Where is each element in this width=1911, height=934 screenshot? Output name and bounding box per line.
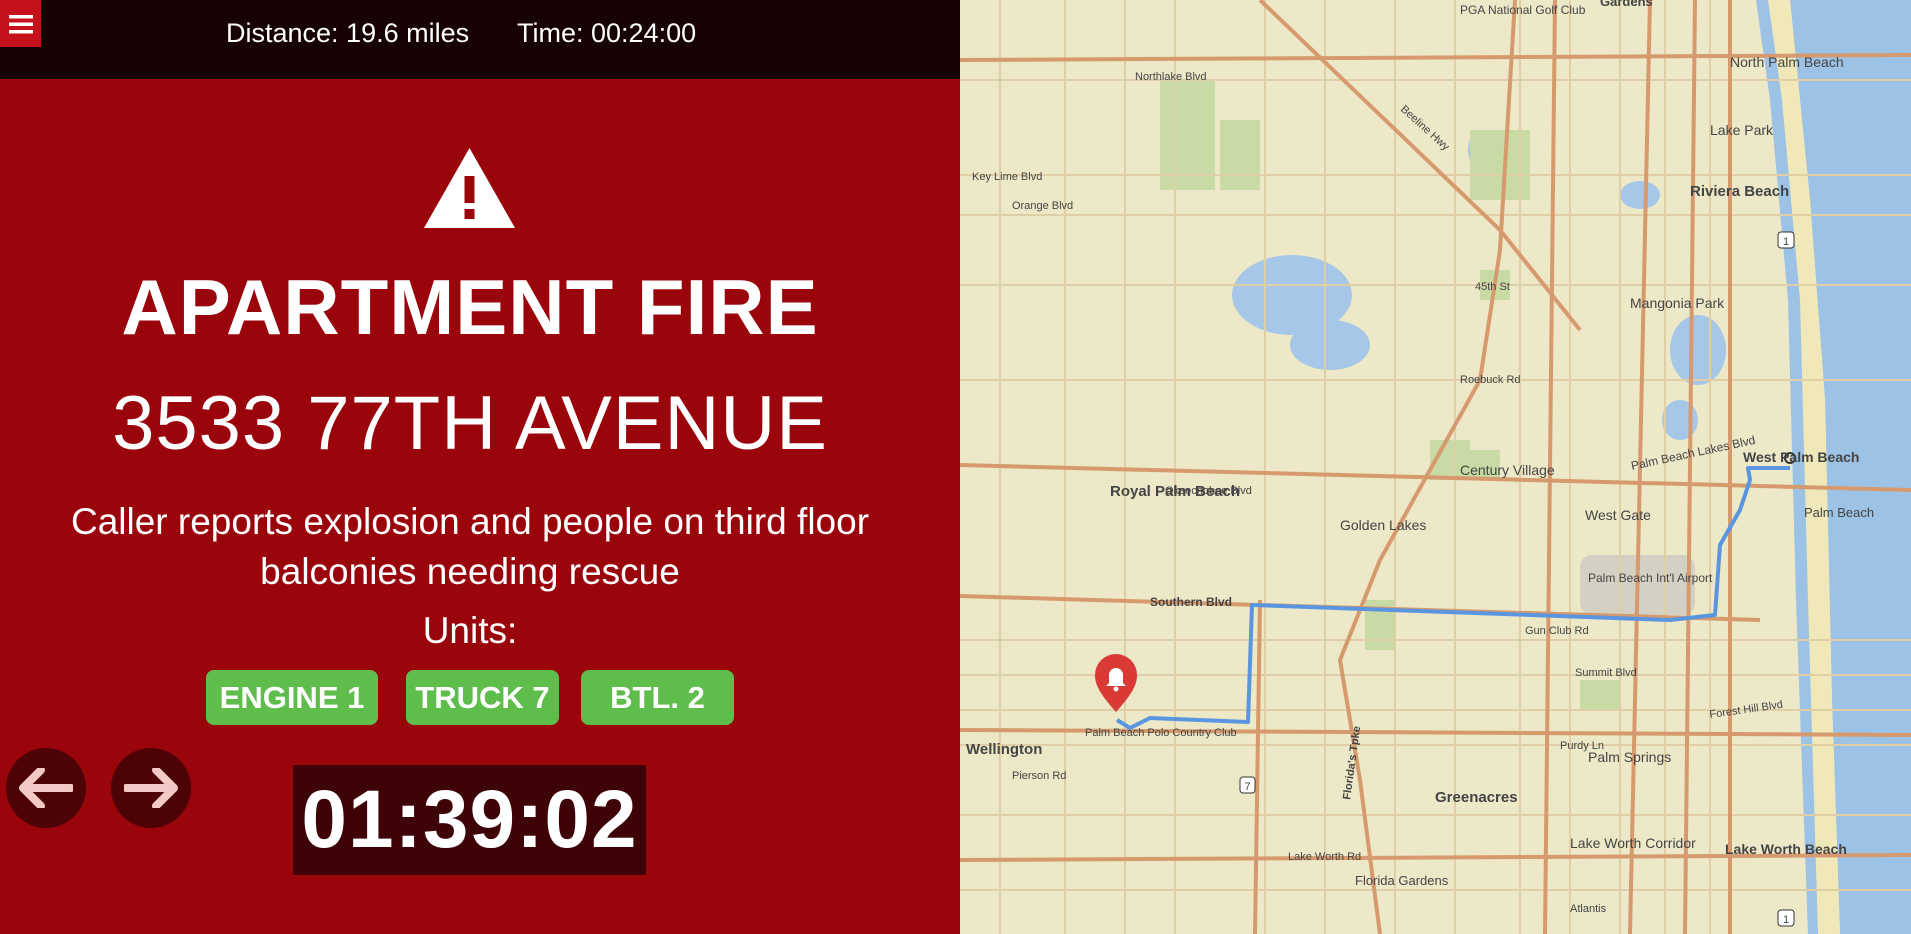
lake bbox=[1290, 320, 1370, 370]
label-airport: Palm Beach Int'l Airport bbox=[1588, 571, 1713, 585]
arrow-right-icon bbox=[124, 768, 178, 808]
menu-button[interactable] bbox=[0, 0, 41, 47]
unit-badge-engine-1[interactable]: ENGINE 1 bbox=[206, 670, 378, 725]
lake bbox=[1670, 315, 1726, 385]
label-century-village: Century Village bbox=[1460, 462, 1555, 478]
label-gardens: Gardens bbox=[1600, 0, 1653, 9]
elapsed-timer: 01:39:02 bbox=[293, 765, 646, 875]
label-palm-springs: Palm Springs bbox=[1588, 749, 1671, 765]
incident-address: 3533 77TH AVENUE bbox=[112, 381, 828, 466]
route-shield-7: 7 bbox=[1239, 776, 1256, 794]
distance-readout: Distance: 19.6 miles bbox=[226, 18, 470, 48]
label-greenacres: Greenacres bbox=[1435, 789, 1518, 806]
label-golden-lakes: Golden Lakes bbox=[1340, 517, 1426, 533]
hamburger-icon bbox=[8, 14, 33, 33]
label-lake-park: Lake Park bbox=[1710, 122, 1774, 138]
label-southern-blvd: Southern Blvd bbox=[1150, 595, 1232, 609]
label-northlake-blvd: Northlake Blvd bbox=[1135, 71, 1207, 83]
unit-badge-btl-2[interactable]: BTL. 2 bbox=[581, 670, 734, 725]
label-beeline-hwy: Beeline Hwy bbox=[1398, 103, 1452, 153]
park-area bbox=[1160, 80, 1215, 190]
label-wellington: Wellington bbox=[966, 741, 1042, 758]
map-canvas[interactable]: 1 1 7 PGA National Golf Club Gardens Nor… bbox=[960, 0, 1911, 934]
label-forest-hill-blvd: Forest Hill Blvd bbox=[1709, 699, 1784, 721]
label-mangonia-park: Mangonia Park bbox=[1630, 295, 1725, 311]
incident-type: APARTMENT FIRE bbox=[121, 263, 819, 351]
units-label: Units: bbox=[422, 610, 518, 651]
label-orange-blvd: Orange Blvd bbox=[1012, 200, 1073, 212]
route-shield-1-south: 1 bbox=[1777, 909, 1795, 927]
label-45th-st: 45th St bbox=[1475, 281, 1510, 293]
park-area bbox=[1220, 120, 1260, 190]
label-lake-worth-rd: Lake Worth Rd bbox=[1288, 851, 1361, 863]
label-riviera-beach: Riviera Beach bbox=[1690, 183, 1789, 200]
park-area bbox=[1580, 680, 1620, 710]
status-bar: Distance: 19.6 miles Time: 00:24:00 bbox=[0, 0, 960, 79]
label-palm-beach-lakes-blvd: Palm Beach Lakes Blvd bbox=[1630, 433, 1757, 473]
label-north-palm-beach: North Palm Beach bbox=[1730, 54, 1844, 70]
label-polo-club: Palm Beach Polo Country Club bbox=[1085, 727, 1237, 739]
next-incident-button[interactable] bbox=[111, 748, 191, 828]
label-summit-blvd: Summit Blvd bbox=[1575, 667, 1637, 679]
map-labels: PGA National Golf Club Gardens North Pal… bbox=[966, 0, 1874, 915]
warning-triangle-icon bbox=[424, 148, 515, 228]
route-shield-1: 1 bbox=[1777, 231, 1795, 249]
incident-panel: Distance: 19.6 miles Time: 00:24:00 APAR… bbox=[0, 0, 960, 934]
label-key-lime-blvd: Key Lime Blvd bbox=[972, 171, 1042, 183]
unit-badge-truck-7[interactable]: TRUCK 7 bbox=[406, 670, 559, 725]
lake bbox=[1620, 181, 1660, 209]
svg-text:1: 1 bbox=[1783, 236, 1789, 248]
previous-incident-button[interactable] bbox=[6, 748, 86, 828]
label-roebuck-rd: Roebuck Rd bbox=[1460, 374, 1521, 386]
route-map[interactable]: 1 1 7 PGA National Golf Club Gardens Nor… bbox=[960, 0, 1911, 934]
label-west-palm-beach: West Palm Beach bbox=[1743, 449, 1859, 465]
label-pga-golf: PGA National Golf Club bbox=[1460, 3, 1586, 17]
label-lake-worth-beach: Lake Worth Beach bbox=[1725, 841, 1847, 857]
incident-description: Caller reports explosion and people on t… bbox=[70, 501, 870, 592]
label-gun-club-rd: Gun Club Rd bbox=[1525, 625, 1589, 637]
arrow-left-icon bbox=[19, 768, 73, 808]
bell-marker-icon[interactable] bbox=[1095, 654, 1137, 712]
svg-text:7: 7 bbox=[1244, 781, 1250, 793]
label-royal-palm-beach: Royal Palm Beach bbox=[1110, 483, 1240, 500]
label-west-gate: West Gate bbox=[1585, 507, 1651, 523]
eta-readout: Time: 00:24:00 bbox=[517, 18, 697, 48]
label-florida-gardens: Florida Gardens bbox=[1355, 873, 1449, 888]
label-atlantis: Atlantis bbox=[1570, 903, 1607, 915]
label-pierson-rd: Pierson Rd bbox=[1012, 770, 1066, 782]
label-palm-beach: Palm Beach bbox=[1804, 505, 1874, 520]
svg-text:1: 1 bbox=[1783, 914, 1789, 926]
label-lake-worth-corridor: Lake Worth Corridor bbox=[1570, 835, 1696, 851]
